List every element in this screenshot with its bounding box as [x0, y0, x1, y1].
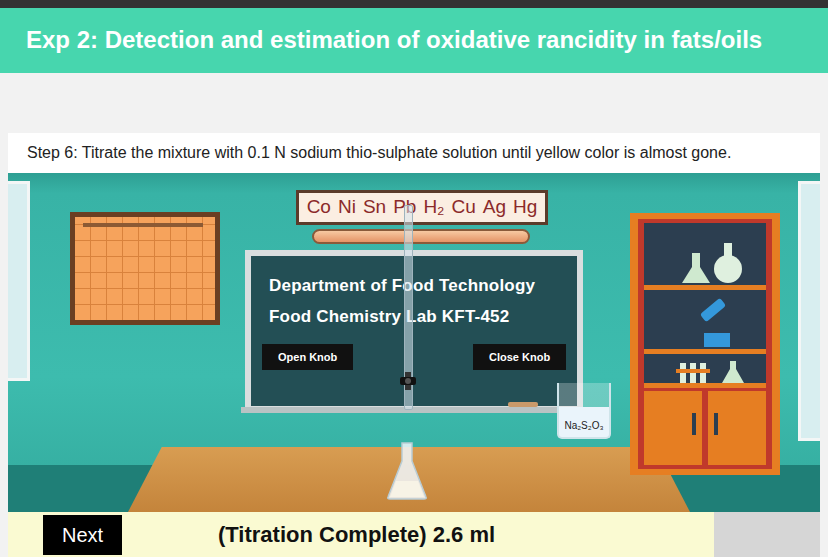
- footer-main: Next (Titration Complete) 2.6 ml: [8, 512, 714, 557]
- step-text: Step 6: Titrate the mixture with 0.1 N s…: [27, 141, 731, 165]
- lab-cabinet-icon: [630, 213, 780, 475]
- element-symbol: Sn: [363, 193, 386, 222]
- periodic-table-chart: [70, 212, 220, 325]
- reagent-beaker: Na₂S₂O₃: [557, 383, 611, 439]
- footer-bar: Next (Titration Complete) 2.6 ml: [8, 512, 820, 557]
- stopcock-icon[interactable]: [398, 368, 418, 386]
- element-symbol: Hg: [513, 193, 537, 222]
- titration-status: (Titration Complete) 2.6 ml: [218, 518, 495, 551]
- open-knob-button[interactable]: Open Knob: [262, 344, 353, 370]
- element-banner: CoNiSnPbH₂CuAgHg: [296, 190, 548, 225]
- spacer: [0, 73, 828, 133]
- chalk-tray: [241, 407, 587, 413]
- beaker-label: Na₂S₂O₃: [564, 418, 603, 433]
- close-knob-button[interactable]: Close Knob: [473, 344, 566, 370]
- conical-flask-icon: [386, 441, 428, 501]
- element-symbol: Ag: [483, 193, 506, 222]
- experiment-title: Exp 2: Detection and estimation of oxida…: [26, 26, 762, 55]
- board-line: Department of Food Technology: [269, 270, 577, 301]
- scroll-roll: [312, 229, 530, 244]
- element-symbol: Cu: [452, 193, 476, 222]
- step-bar: Step 6: Titrate the mixture with 0.1 N s…: [8, 133, 820, 173]
- element-symbol: Co: [307, 193, 331, 222]
- chalk: [508, 402, 538, 407]
- element-symbol: H₂: [423, 193, 444, 222]
- top-strip: [0, 0, 828, 8]
- window-right: [798, 181, 820, 441]
- header-bar: Exp 2: Detection and estimation of oxida…: [0, 8, 828, 73]
- board-line: Food Chemistry Lab KFT-452: [269, 301, 577, 332]
- next-button[interactable]: Next: [43, 515, 122, 555]
- chalkboard: Department of Food TechnologyFood Chemis…: [245, 250, 583, 412]
- footer-side-panel: [714, 512, 820, 557]
- lab-scene: CoNiSnPbH₂CuAgHgDepartment of Food Techn…: [8, 173, 820, 512]
- element-symbol: Ni: [338, 193, 356, 222]
- chart-header: [83, 223, 203, 227]
- window-left: [8, 181, 30, 381]
